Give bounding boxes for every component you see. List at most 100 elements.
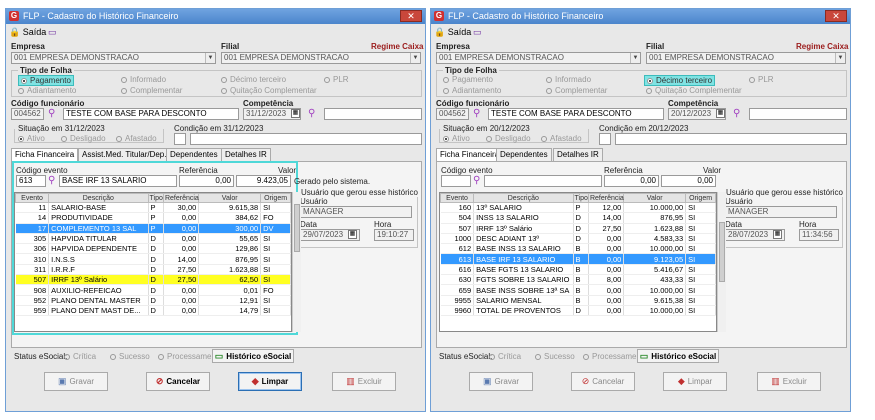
limpar-button[interactable]: ◆ Limpar xyxy=(663,372,727,391)
table-row[interactable]: 613 BASE IRF 13 SALARIO B 0,00 9.123,05 SI xyxy=(440,253,716,265)
radio-plr[interactable]: PLR xyxy=(324,75,349,84)
evento-desc-field[interactable] xyxy=(484,175,602,187)
tab-detalhes-ir[interactable]: Detalhes IR xyxy=(221,148,271,161)
condicao-field[interactable] xyxy=(599,133,611,145)
radio-complementar[interactable]: Complementar xyxy=(121,86,182,95)
table-row[interactable]: 504 INSS 13 SALARIO D 14,00 876,95 SI xyxy=(440,212,716,224)
col-valor[interactable]: Valor xyxy=(623,193,687,203)
valor-field[interactable]: 9.423,05 xyxy=(236,175,291,187)
radio-adiantamento[interactable]: Adiantamento xyxy=(18,86,76,95)
extra-field[interactable] xyxy=(749,108,847,120)
search-icon[interactable]: ⚲ xyxy=(473,176,480,186)
filial-select[interactable]: 001 EMPRESA DEMONSTRACAO ▼ xyxy=(221,52,421,64)
table-row[interactable]: 311 I.R.R.F D 27,50 1.623,88 SI xyxy=(15,264,291,276)
table-row[interactable]: 14 PRODUTIVIDADE P 0,00 384,62 FO xyxy=(15,212,291,224)
col-referencia[interactable]: Referência xyxy=(162,193,200,203)
excluir-button[interactable]: ▥ Excluir xyxy=(757,372,821,391)
radio-critica[interactable]: Crítica xyxy=(64,352,96,361)
table-row[interactable]: 9955 SALARIO MENSAL B 0,00 9.615,38 SI xyxy=(440,295,716,306)
table-row[interactable]: 659 BASE INSS SOBRE 13ª SA B 0,00 10.000,00 S… xyxy=(440,284,716,296)
radio-quitacao[interactable]: Quitação Complementar xyxy=(646,86,742,95)
grid-scrollbar[interactable] xyxy=(717,192,726,332)
cancelar-button[interactable]: ⊘ Cancelar xyxy=(571,372,635,391)
filial-select[interactable]: 001 EMPRESA DEMONSTRACAO ▼ xyxy=(646,52,846,64)
table-row[interactable]: 959 PLANO DENT MAST DE... D 0,00 14,79 SI xyxy=(15,305,291,317)
radio-quitacao[interactable]: Quitação Complementar xyxy=(221,86,317,95)
table-row[interactable]: 310 I.N.S.S D 14,00 876,95 SI xyxy=(15,253,291,265)
radio-sucesso[interactable]: Sucesso xyxy=(535,352,575,361)
empresa-select[interactable]: 001 EMPRESA DEMONSTRACAO ▼ xyxy=(11,52,216,64)
radio-pagamento[interactable]: Pagamento xyxy=(18,75,74,86)
table-row[interactable]: 507 IRRF 13º Salário D 27,50 1.623,88 SI xyxy=(440,223,716,234)
radio-adiantamento[interactable]: Adiantamento xyxy=(443,86,501,95)
table-row[interactable]: 17 COMPLEMENTO 13 SAL P 0,00 300,00 DV xyxy=(15,223,291,234)
table-row[interactable]: 952 PLANO DENTAL MASTER D 0,00 12,91 SI xyxy=(15,295,291,306)
tab-assist-med[interactable]: Assist.Med. Titular/Dep. xyxy=(78,148,171,161)
radio-pagamento[interactable]: Pagamento xyxy=(443,75,493,84)
col-valor[interactable]: Valor xyxy=(198,193,262,203)
radio-informado[interactable]: Informado xyxy=(546,75,591,84)
radio-ativo[interactable]: Ativo xyxy=(443,134,470,143)
exit-button[interactable]: 🔒 Saída xyxy=(9,27,46,38)
historico-esocial-button[interactable]: ▭ Histórico eSocial xyxy=(637,349,719,363)
excluir-button[interactable]: ▥ Excluir xyxy=(332,372,396,391)
extra-field[interactable] xyxy=(324,108,422,120)
evento-desc-field[interactable]: BASE IRF 13 SALARIO xyxy=(59,175,177,187)
func-code-field[interactable]: 004562 xyxy=(11,108,44,120)
radio-desligado[interactable]: Desligado xyxy=(486,134,531,143)
col-descricao[interactable]: Descrição xyxy=(48,193,149,203)
col-origem[interactable]: Origem xyxy=(685,193,716,203)
col-referencia[interactable]: Referência xyxy=(587,193,625,203)
func-code-field[interactable]: 004562 xyxy=(436,108,469,120)
radio-plr[interactable]: PLR xyxy=(749,75,774,84)
search-icon[interactable]: ⚲ xyxy=(48,109,55,119)
table-row[interactable]: 160 13º SALARIO P 12,00 10.000,00 SI xyxy=(440,202,716,214)
tab-ficha-financeira[interactable]: Ficha Financeira xyxy=(11,148,79,161)
gravar-button[interactable]: ▣ Gravar xyxy=(44,372,108,391)
search-icon[interactable]: ⚲ xyxy=(48,176,55,186)
calendar-icon[interactable]: ▦ xyxy=(716,109,725,118)
radio-ativo[interactable]: Ativo xyxy=(18,134,45,143)
table-row[interactable]: 1000 DESC ADIANT 13º D 0,00 4.583,33 SI xyxy=(440,233,716,245)
table-row[interactable]: 616 BASE FGTS 13 SALARIO B 0,00 5.416,67 SI xyxy=(440,264,716,276)
tab-dependentes[interactable]: Dependentes xyxy=(166,148,222,161)
referencia-field[interactable]: 0,00 xyxy=(179,175,234,187)
table-row[interactable]: 305 HAPVIDA TITULAR D 0,00 55,65 SI xyxy=(15,233,291,245)
grid-scrollbar[interactable] xyxy=(292,192,301,332)
close-button[interactable]: ✕ xyxy=(825,10,847,22)
events-grid[interactable]: Evento Descrição Tipo Referência Valor O… xyxy=(14,192,292,332)
func-name-field[interactable]: TESTE COM BASE PARA DESCONTO xyxy=(488,108,664,120)
col-tipo[interactable]: Tipo xyxy=(147,193,164,203)
calendar-icon[interactable]: ▦ xyxy=(348,230,357,239)
evento-code-field[interactable]: 613 xyxy=(16,175,46,187)
table-row[interactable]: 306 HAPVIDA DEPENDENTE D 0,00 129,86 SI xyxy=(15,243,291,255)
table-row[interactable]: 612 BASE INSS 13 SALARIO B 0,00 10.000,00 SI xyxy=(440,243,716,255)
col-descricao[interactable]: Descrição xyxy=(473,193,574,203)
calendar-icon[interactable]: ▦ xyxy=(773,230,782,239)
exit-button[interactable]: 🔒 Saída xyxy=(434,27,471,38)
radio-afastado[interactable]: Afastado xyxy=(541,134,582,143)
radio-informado[interactable]: Informado xyxy=(121,75,166,84)
monitor-icon[interactable]: ▭ xyxy=(48,27,57,38)
col-origem[interactable]: Origem xyxy=(260,193,291,203)
limpar-button[interactable]: ◆ Limpar xyxy=(238,372,302,391)
table-row[interactable]: 908 AUXILIO-REFEICAO D 0,00 0,01 FO xyxy=(15,284,291,296)
radio-sucesso[interactable]: Sucesso xyxy=(110,352,150,361)
evento-code-field[interactable] xyxy=(441,175,471,187)
gravar-button[interactable]: ▣ Gravar xyxy=(469,372,533,391)
table-row[interactable]: 507 IRRF 13º Salário D 27,50 62,50 SI xyxy=(15,274,291,286)
cancelar-button[interactable]: ⊘ Cancelar xyxy=(146,372,210,391)
empresa-select[interactable]: 001 EMPRESA DEMONSTRACAO ▼ xyxy=(436,52,641,64)
radio-critica[interactable]: Crítica xyxy=(489,352,521,361)
events-grid[interactable]: Evento Descrição Tipo Referência Valor O… xyxy=(439,192,717,332)
table-row[interactable]: 9960 TOTAL DE PROVENTOS D 0,00 10.000,00 SI xyxy=(440,305,716,317)
condicao-field[interactable] xyxy=(174,133,186,145)
search-icon[interactable]: ⚲ xyxy=(473,109,480,119)
referencia-field[interactable]: 0,00 xyxy=(604,175,659,187)
tab-detalhes-ir[interactable]: Detalhes IR xyxy=(553,148,603,161)
close-button[interactable]: ✕ xyxy=(400,10,422,22)
tab-ficha-financeira[interactable]: Ficha Financeira xyxy=(436,148,504,161)
radio-complementar[interactable]: Complementar xyxy=(546,86,607,95)
table-row[interactable]: 630 FGTS SOBRE 13 SALARIO B 8,00 433,33 SI xyxy=(440,274,716,286)
monitor-icon[interactable]: ▭ xyxy=(473,27,482,38)
